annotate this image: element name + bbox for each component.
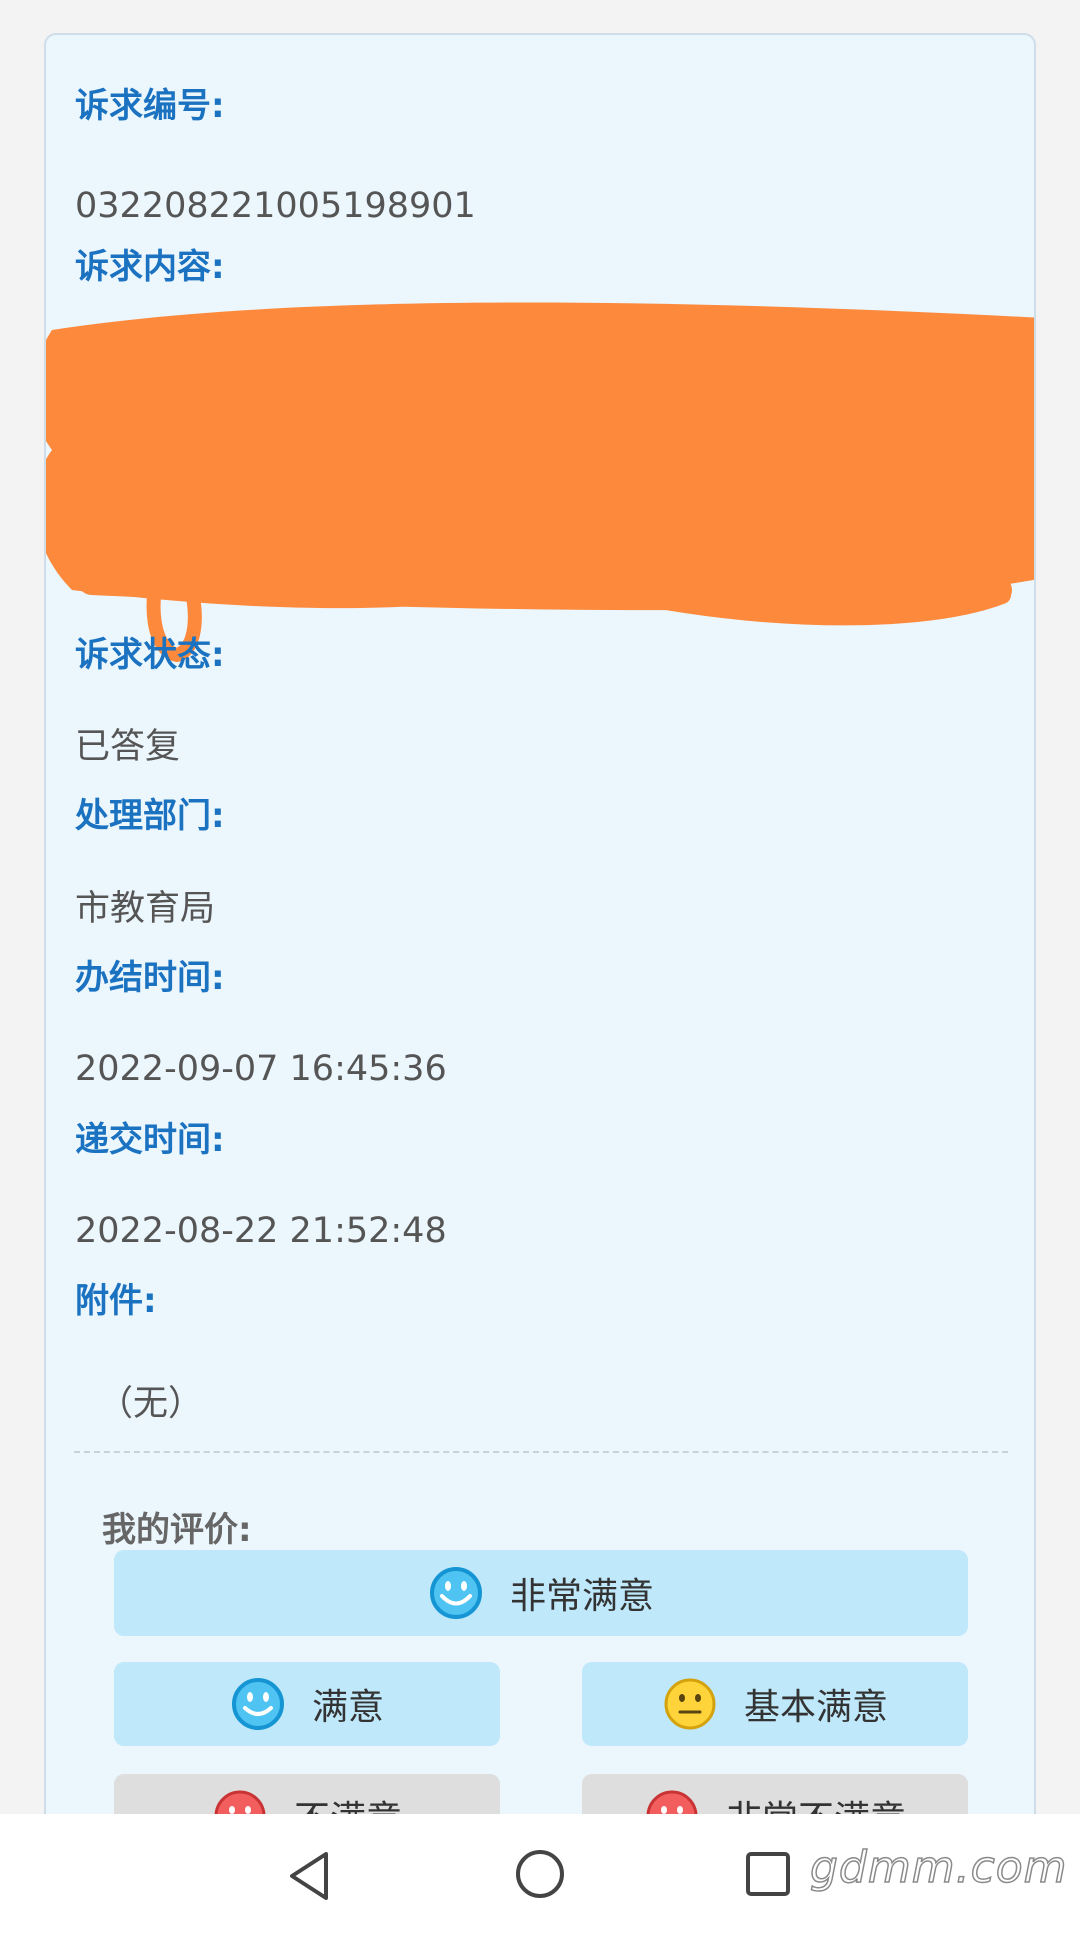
basically-satisfied-button[interactable]: 基本满意 (582, 1662, 968, 1746)
completed-time-value: 2022-09-07 16:45:36 (75, 1049, 447, 1089)
appeal-id-label: 诉求编号: (75, 86, 225, 126)
recents-square-icon[interactable] (744, 1850, 792, 1898)
attachment-value: （无） (98, 1384, 204, 1424)
satisfied-label: 满意 (311, 1687, 384, 1728)
basically-satisfied-label: 基本满意 (743, 1687, 888, 1728)
attachment-label: 附件: (75, 1281, 157, 1321)
completed-time-label: 办结时间: (75, 958, 225, 998)
appeal-content-label: 诉求内容: (75, 247, 225, 287)
rating-title: 我的评价: (102, 1510, 252, 1550)
section-divider (74, 1451, 1008, 1453)
appeal-status-label: 诉求状态: (75, 635, 225, 675)
department-value: 市教育局 (75, 889, 216, 929)
neutral-face-icon (664, 1678, 716, 1730)
appeal-status-value: 已答复 (75, 727, 181, 767)
department-label: 处理部门: (75, 796, 225, 836)
system-navigation-bar: gdmm.com (0, 1814, 1080, 1934)
watermark-text: gdmm.com (809, 1841, 1068, 1894)
appeal-detail-card: 诉求编号: 032208221005198901 诉求内容: 诉求状态: 已答复… (44, 33, 1036, 1903)
appeal-id-value: 032208221005198901 (75, 186, 476, 226)
redaction-scribble (46, 302, 1034, 663)
satisfied-face-icon (231, 1678, 284, 1730)
back-triangle-icon[interactable] (286, 1850, 332, 1902)
very-satisfied-button[interactable]: 非常满意 (114, 1550, 968, 1636)
home-circle-icon[interactable] (514, 1848, 566, 1900)
very-satisfied-label: 非常满意 (509, 1576, 654, 1617)
very-satisfied-face-icon (429, 1567, 482, 1619)
submitted-time-value: 2022-08-22 21:52:48 (75, 1211, 447, 1251)
satisfied-button[interactable]: 满意 (114, 1662, 500, 1746)
submitted-time-label: 递交时间: (75, 1120, 225, 1160)
